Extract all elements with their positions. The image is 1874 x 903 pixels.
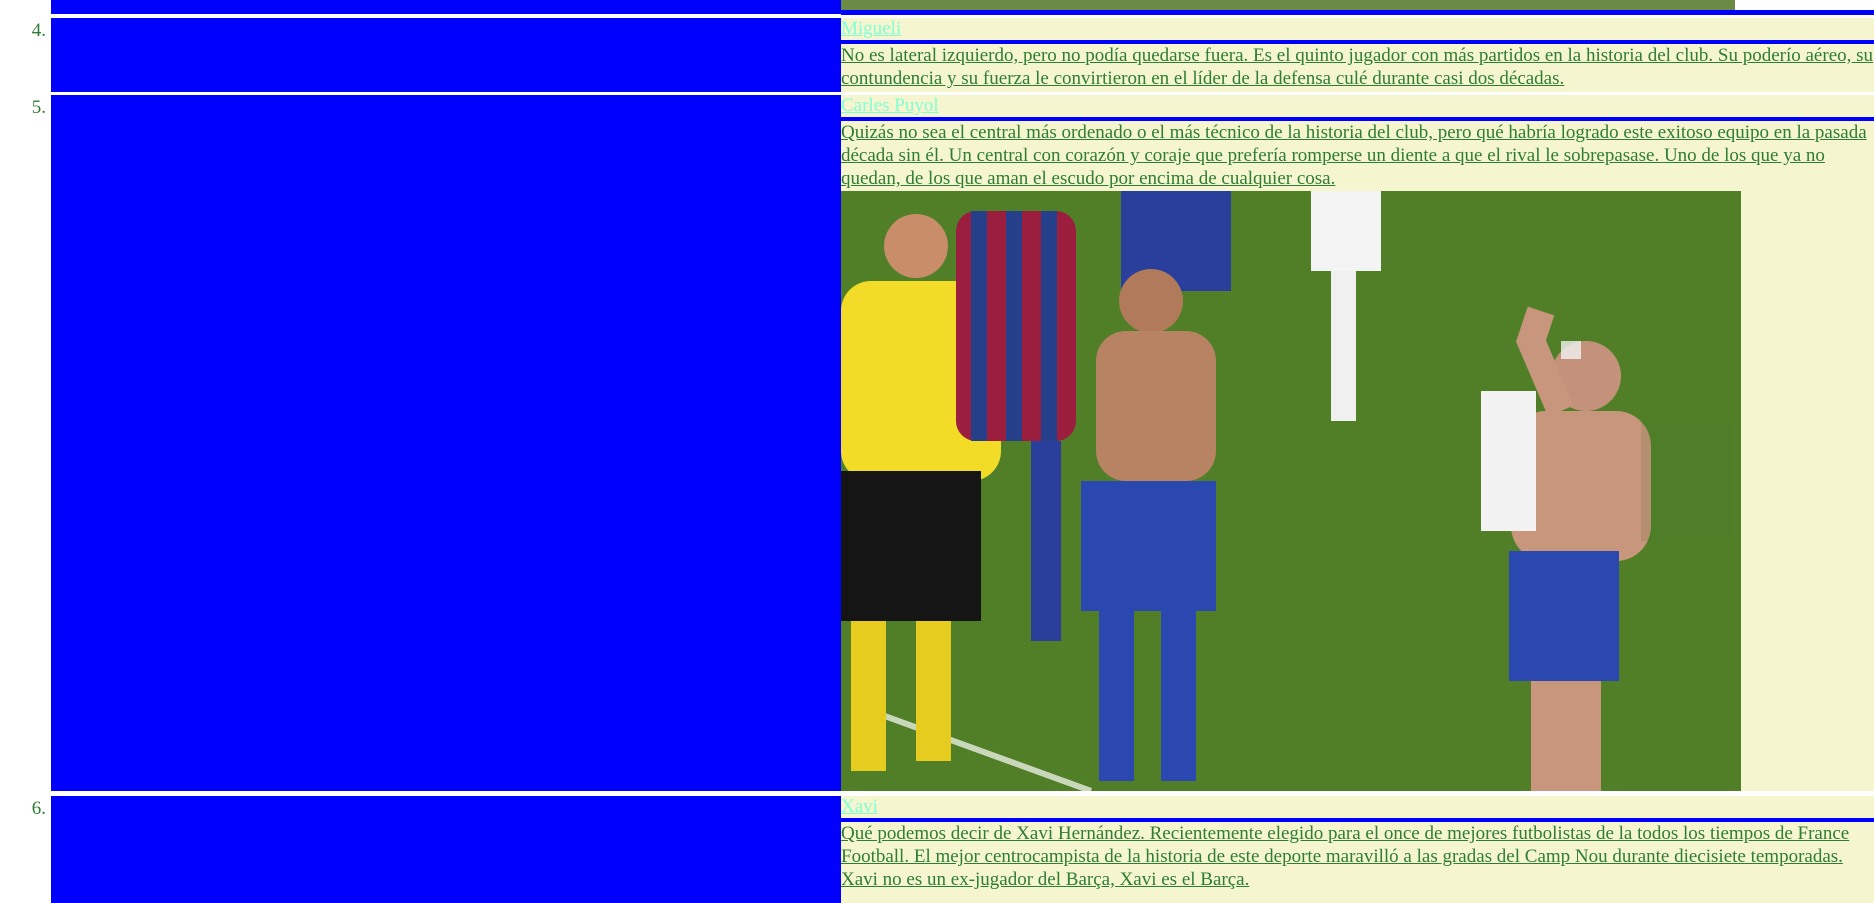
item-description[interactable]: Qué podemos decir de Xavi Hernández. Rec… <box>841 822 1874 891</box>
list-item: 4. Migueli No es lateral izquierdo, pero… <box>0 18 1874 92</box>
item-title-link[interactable]: Carles Puyol <box>841 95 1874 117</box>
previous-bar <box>841 10 1874 15</box>
list-item: 5. Carles Puyol Quizás no sea el central… <box>0 95 1874 791</box>
item-blue-panel <box>51 18 841 92</box>
item-description[interactable]: No es lateral izquierdo, pero no podía q… <box>841 44 1874 90</box>
item-blue-panel <box>51 796 841 903</box>
item-title-link[interactable]: Xavi <box>841 796 1874 818</box>
previous-photo-fragment <box>841 0 1735 10</box>
item-blue-panel <box>51 95 841 791</box>
item-number: 6. <box>31 798 46 819</box>
item-title-link[interactable]: Migueli <box>841 18 1874 40</box>
item-content: Migueli No es lateral izquierdo, pero no… <box>841 18 1874 92</box>
item-content: Xavi Qué podemos decir de Xavi Hernández… <box>841 796 1874 903</box>
photo-illustration <box>841 191 1741 791</box>
item-content: Carles Puyol Quizás no sea el central má… <box>841 95 1874 791</box>
item-number: 5. <box>31 97 46 118</box>
previous-blue-cell <box>51 0 841 14</box>
previous-row-fragment <box>0 0 1874 18</box>
item-number: 4. <box>31 20 46 41</box>
player-photo[interactable] <box>841 191 1741 791</box>
list-item: 6. Xavi Qué podemos decir de Xavi Hernán… <box>0 796 1874 903</box>
item-description[interactable]: Quizás no sea el central más ordenado o … <box>841 121 1874 190</box>
